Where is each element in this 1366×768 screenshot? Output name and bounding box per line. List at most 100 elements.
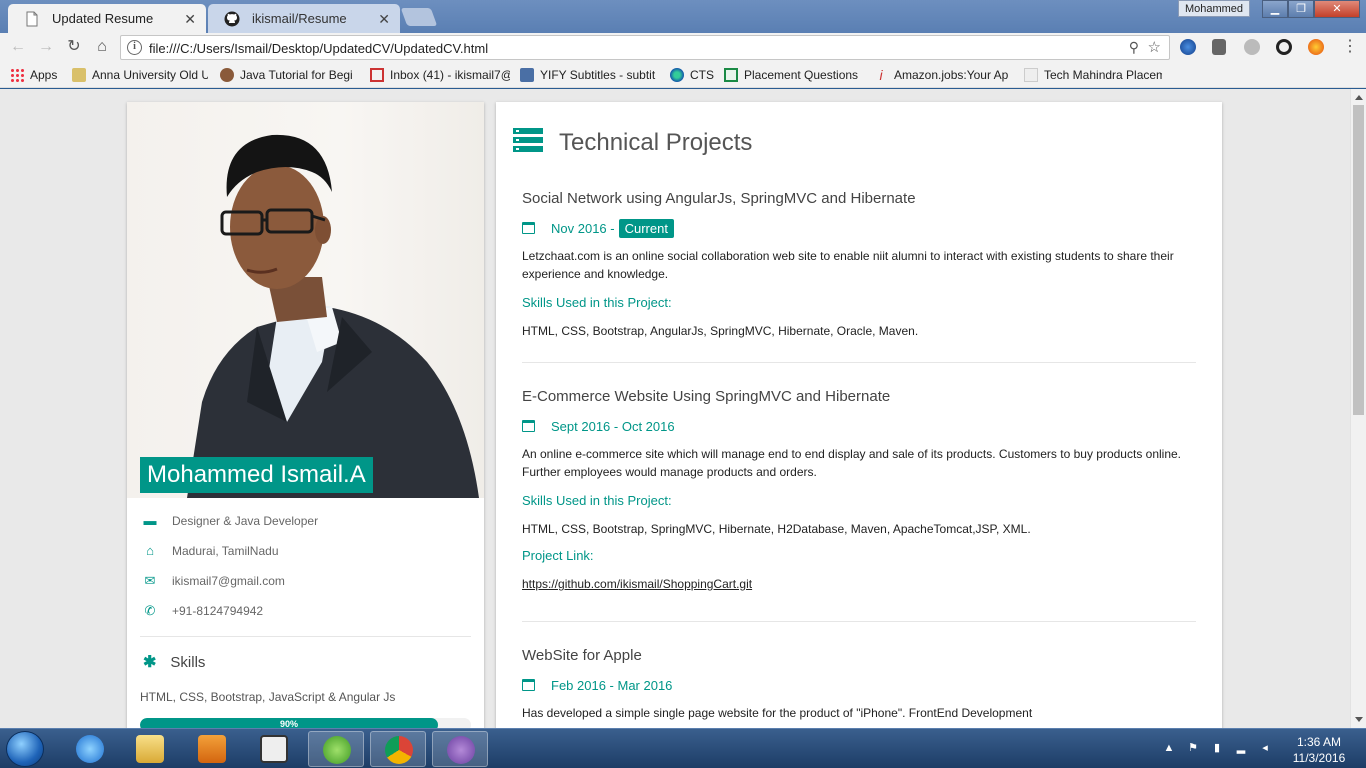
skills-heading: ✱ Skills [143, 652, 205, 672]
profile-button[interactable]: Mohammed [1178, 0, 1250, 17]
start-button[interactable] [6, 731, 44, 767]
reload-icon[interactable]: ↻ [64, 37, 84, 57]
profile-name: Mohammed Ismail.A [140, 457, 373, 493]
back-arrow-icon[interactable]: ← [8, 37, 28, 57]
browser-titlebar: Updated Resume ✕ ikismail/Resume ✕ Moham… [0, 0, 1366, 33]
phone-icon: ✆ [144, 603, 156, 618]
close-icon[interactable]: ✕ [378, 11, 390, 28]
skills-used-label: Skills Used in this Project: [522, 295, 672, 310]
info-text: +91-8124794942 [172, 604, 264, 618]
new-tab-button[interactable] [400, 8, 438, 26]
bookmark-tech-mahindra[interactable]: Tech Mahindra Placem [1024, 67, 1162, 83]
taskbar-file-explorer[interactable] [122, 731, 178, 767]
volume-icon[interactable]: ◂ [1258, 742, 1272, 755]
address-bar[interactable]: i file:///C:/Users/Ismail/Desktop/Update… [120, 35, 1170, 60]
bookmark-label: Anna University Old U [92, 68, 208, 82]
project-link[interactable]: https://github.com/ikismail/ShoppingCart… [522, 577, 752, 591]
project-description: Letzchaat.com is an online social collab… [522, 249, 1174, 281]
briefcase-icon: ▬ [143, 513, 157, 528]
menu-icon[interactable]: ⋮ [1340, 37, 1360, 57]
tab-label: Updated Resume [52, 11, 154, 26]
sync-icon[interactable] [1276, 39, 1292, 55]
battery-icon[interactable]: ▮ [1210, 742, 1224, 755]
taskbar-github-desktop[interactable] [432, 731, 488, 767]
forward-arrow-icon[interactable]: → [36, 37, 56, 57]
system-clock[interactable]: 1:36 AM 11/3/2016 [1284, 734, 1354, 766]
bookmark-cts[interactable]: CTS [670, 67, 716, 83]
chrome-icon [385, 736, 413, 764]
project-skills: HTML, CSS, Bootstrap, SpringMVC, Hiberna… [522, 522, 1031, 536]
zoom-icon[interactable]: ⚲ [1129, 39, 1139, 56]
bookmarks-bar: Apps Anna University Old U Java Tutorial… [0, 62, 1366, 88]
project-item: E-Commerce Website Using SpringMVC and H… [522, 388, 1196, 593]
network-signal-icon[interactable]: ▂ [1234, 742, 1248, 755]
project-title: E-Commerce Website Using SpringMVC and H… [522, 388, 891, 405]
windows-taskbar: ▲ ⚑ ▮ ▂ ◂ 1:36 AM 11/3/2016 [0, 728, 1366, 768]
bookmark-gmail-inbox[interactable]: Inbox (41) - ikismail7@ [370, 67, 510, 83]
project-description: An online e-commerce site which will man… [522, 447, 1182, 479]
fire-extension-icon[interactable] [1308, 39, 1324, 55]
project-item: Social Network using AngularJs, SpringMV… [522, 190, 1196, 338]
info-occupation: ▬ Designer & Java Developer [143, 512, 319, 530]
yify-icon [520, 68, 534, 82]
extension-icon[interactable] [1180, 39, 1196, 55]
scroll-up-arrow-icon[interactable] [1355, 95, 1363, 100]
techmahindra-icon [1024, 68, 1038, 82]
project-title: Social Network using AngularJs, SpringMV… [522, 190, 916, 207]
url-text: file:///C:/Users/Ismail/Desktop/UpdatedC… [149, 41, 489, 56]
info-text: ikismail7@gmail.com [172, 574, 285, 588]
project-date: Feb 2016 - Mar 2016 [522, 675, 1196, 695]
page-viewport: Mohammed Ismail.A ▬ Designer & Java Deve… [0, 89, 1350, 728]
maximize-button[interactable]: ❐ [1288, 0, 1314, 18]
envelope-icon: ✉ [144, 573, 156, 588]
document-icon [26, 11, 38, 27]
bookmark-label: YIFY Subtitles - subtit [540, 68, 656, 82]
cast-icon[interactable] [1212, 39, 1226, 55]
amazon-icon: i [879, 67, 883, 83]
bookmark-label: Amazon.jobs:Your Ap [894, 68, 1009, 82]
skills-title-text: Skills [170, 653, 206, 671]
project-title: WebSite for Apple [522, 647, 642, 664]
info-icon[interactable]: i [127, 40, 142, 55]
star-icon[interactable]: ☆ [1148, 38, 1161, 56]
bookmark-label: Inbox (41) - ikismail7@ [390, 68, 510, 82]
home-icon[interactable]: ⌂ [92, 37, 112, 57]
project-date-text: Sept 2016 - Oct 2016 [551, 418, 675, 434]
window-close-button[interactable]: ✕ [1314, 0, 1360, 18]
bookmark-anna-university[interactable]: Anna University Old U [72, 67, 208, 83]
info-text: Designer & Java Developer [172, 514, 319, 528]
project-date-text: Nov 2016 - [551, 220, 615, 236]
taskbar-mpc-player[interactable] [246, 731, 302, 767]
minimize-button[interactable]: ▁ [1262, 0, 1288, 18]
close-icon[interactable]: ✕ [184, 11, 196, 28]
bookmark-apps[interactable]: Apps [10, 67, 62, 83]
taskbar-chrome[interactable] [370, 731, 426, 767]
info-location: ⌂ Madurai, TamilNadu [143, 542, 278, 560]
gmail-icon [370, 68, 384, 82]
page-scrollbar[interactable] [1350, 89, 1366, 728]
home-icon: ⌂ [146, 543, 154, 558]
bookmark-label: Java Tutorial for Begi [240, 68, 353, 82]
action-center-flag-icon[interactable]: ⚑ [1186, 742, 1200, 755]
scroll-down-arrow-icon[interactable] [1355, 717, 1363, 722]
scrollbar-thumb[interactable] [1353, 105, 1364, 415]
angular-icon[interactable] [1244, 39, 1260, 55]
project-description: Has developed a simple single page websi… [522, 706, 1033, 720]
bookmark-amazon-jobs[interactable]: i Amazon.jobs:Your Ap [874, 67, 1012, 83]
show-hidden-icons-icon[interactable]: ▲ [1162, 742, 1176, 755]
tab-label: ikismail/Resume [252, 11, 347, 26]
bookmark-label: Apps [30, 68, 58, 82]
bookmark-yify-subtitles[interactable]: YIFY Subtitles - subtit [520, 67, 658, 83]
skill-progress-bar: 90% [140, 718, 471, 728]
taskbar-utorrent[interactable] [308, 731, 364, 767]
project-link-label: Project Link: [522, 548, 594, 563]
bookmark-java-tutorial[interactable]: Java Tutorial for Begi [220, 67, 358, 83]
taskbar-media-player[interactable] [184, 731, 240, 767]
taskbar-internet-explorer[interactable] [62, 731, 118, 767]
sheets-icon [724, 68, 738, 82]
bookmark-placement-questions[interactable]: Placement Questions [724, 67, 860, 83]
tab-github-resume[interactable]: ikismail/Resume ✕ [208, 4, 400, 33]
utorrent-icon [323, 736, 351, 764]
calendar-icon [522, 679, 535, 691]
tab-updated-resume[interactable]: Updated Resume ✕ [8, 4, 206, 33]
